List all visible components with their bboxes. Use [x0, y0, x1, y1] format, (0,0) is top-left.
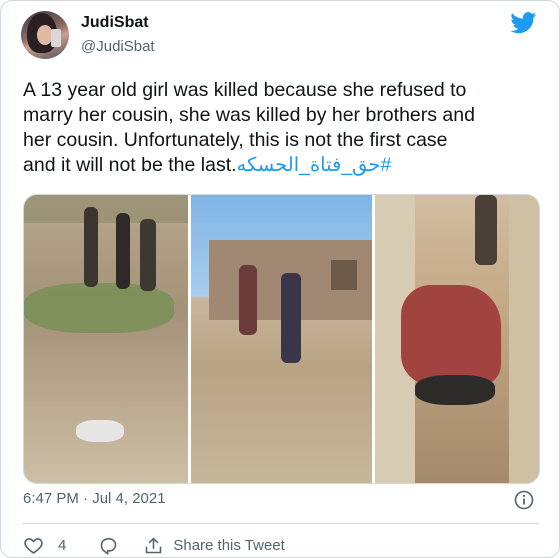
- info-icon[interactable]: [514, 490, 534, 510]
- tweet-line: her cousin. Unfortunately, this is not t…: [23, 129, 448, 151]
- tweet-text: A 13 year old girl was killed because sh…: [23, 78, 543, 178]
- share-icon: [146, 537, 162, 553]
- tweet-line: A 13 year old girl was killed because sh…: [23, 79, 467, 101]
- divider: [23, 523, 539, 524]
- timestamp[interactable]: 6:47 PM · Jul 4, 2021: [23, 490, 166, 507]
- action-bar: 4 Share this Tweet: [23, 532, 285, 558]
- twitter-bird-icon[interactable]: [510, 12, 537, 34]
- heart-icon: [24, 537, 43, 554]
- reply-button[interactable]: [98, 535, 119, 556]
- like-button[interactable]: 4: [23, 535, 66, 556]
- media-photo-1[interactable]: [24, 195, 188, 483]
- share-button[interactable]: Share this Tweet: [143, 535, 285, 556]
- share-label: Share this Tweet: [173, 536, 285, 554]
- user-handle[interactable]: @JudiSbat: [81, 38, 155, 55]
- media-grid[interactable]: [23, 194, 540, 484]
- display-name[interactable]: JudiSbat: [81, 14, 149, 32]
- reply-icon: [101, 537, 117, 555]
- like-count: 4: [58, 536, 67, 554]
- tweet-line: marry her cousin, she was killed by her …: [23, 104, 475, 126]
- avatar[interactable]: [21, 11, 69, 59]
- tweet-line: and it will not be the last.: [23, 154, 237, 176]
- media-photo-3[interactable]: [375, 195, 539, 483]
- media-photo-2[interactable]: [191, 195, 372, 483]
- tweet-line-last: and it will not be the last.#حق_فتاة_الح…: [23, 153, 543, 178]
- tweet-card: JudiSbat @JudiSbat A 13 year old girl wa…: [0, 0, 560, 558]
- hashtag-link[interactable]: #حق_فتاة_الحسكه: [237, 154, 392, 176]
